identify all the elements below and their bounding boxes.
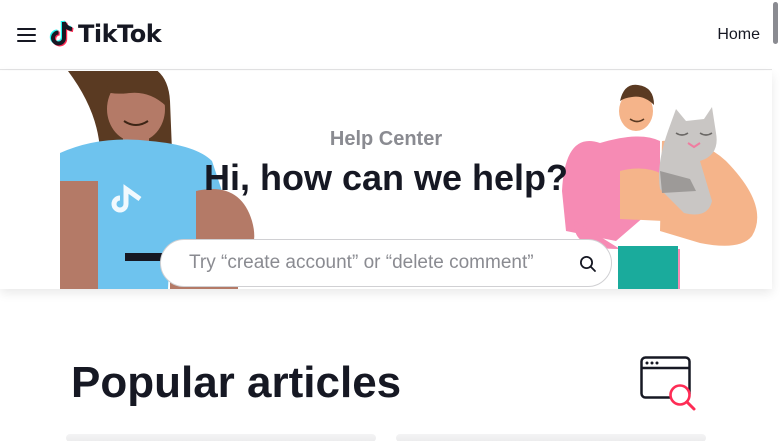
- article-card-edge[interactable]: [66, 434, 376, 441]
- browser-window-search-icon: [640, 356, 696, 411]
- popular-articles-heading: Popular articles: [71, 358, 402, 407]
- article-card-edge[interactable]: [396, 434, 706, 441]
- tiktok-note-icon: [49, 20, 74, 47]
- tiktok-logo[interactable]: TikTok: [47, 17, 162, 51]
- nav-home-link[interactable]: Home: [717, 26, 760, 44]
- search-icon[interactable]: [579, 255, 597, 273]
- hamburger-menu-icon[interactable]: [16, 25, 38, 45]
- hero-heading: Hi, how can we help?: [203, 157, 569, 198]
- help-center-title: Help Center: [329, 128, 443, 150]
- page-scrollbar-thumb[interactable]: [773, 2, 778, 44]
- search-input[interactable]: [189, 250, 569, 276]
- logo-text: TikTok: [78, 20, 162, 48]
- top-navigation-bar: TikTok Home: [0, 0, 772, 70]
- page-scrollbar-track[interactable]: [773, 0, 780, 441]
- help-search-bar[interactable]: [160, 239, 612, 287]
